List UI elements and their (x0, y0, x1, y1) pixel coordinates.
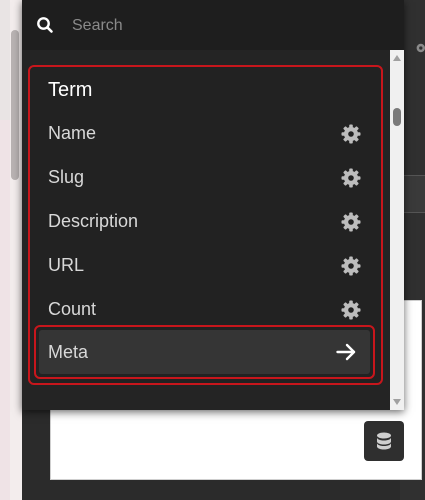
list-item-slug[interactable]: Slug (30, 155, 381, 199)
search-input[interactable] (70, 10, 394, 42)
list-item-label: Description (48, 210, 139, 231)
term-group: Term Name Slug Description URL Count Met… (28, 65, 383, 385)
list-item-name[interactable]: Name (30, 111, 381, 155)
gear-icon[interactable] (341, 124, 361, 144)
list-item-label: URL (48, 254, 85, 275)
arrow-right-icon (336, 343, 356, 361)
list-item-label: Count (48, 298, 97, 319)
gear-icon[interactable] (341, 168, 361, 188)
gear-icon[interactable] (341, 300, 361, 320)
editor-background-pink (0, 120, 10, 500)
meta-item-highlight: Meta (34, 325, 375, 379)
gear-icon[interactable] (341, 256, 361, 276)
list-item-description[interactable]: Description (30, 199, 381, 243)
list-item-url[interactable]: URL (30, 243, 381, 287)
database-button[interactable] (364, 421, 404, 461)
scrollbar-thumb[interactable] (393, 108, 401, 126)
gear-icon[interactable] (411, 38, 425, 58)
list-item-label: Meta (48, 341, 89, 362)
gear-icon[interactable] (341, 212, 361, 232)
editor-scrollbar-thumb[interactable] (11, 30, 19, 180)
database-icon (377, 432, 391, 450)
search-bar (22, 0, 404, 50)
options-list: Term Name Slug Description URL Count Met… (22, 50, 392, 410)
list-item-label: Name (48, 122, 97, 143)
scroll-up-arrow-icon[interactable] (393, 55, 401, 61)
list-item-label: Slug (48, 166, 85, 187)
editor-side-block (403, 175, 425, 213)
scroll-down-arrow-icon[interactable] (393, 399, 401, 405)
list-item-meta[interactable]: Meta (39, 330, 370, 374)
dropdown-scrollbar[interactable] (390, 50, 404, 410)
search-icon (37, 17, 53, 33)
dynamic-data-dropdown: Term Name Slug (22, 0, 404, 410)
group-title: Term (48, 79, 93, 101)
